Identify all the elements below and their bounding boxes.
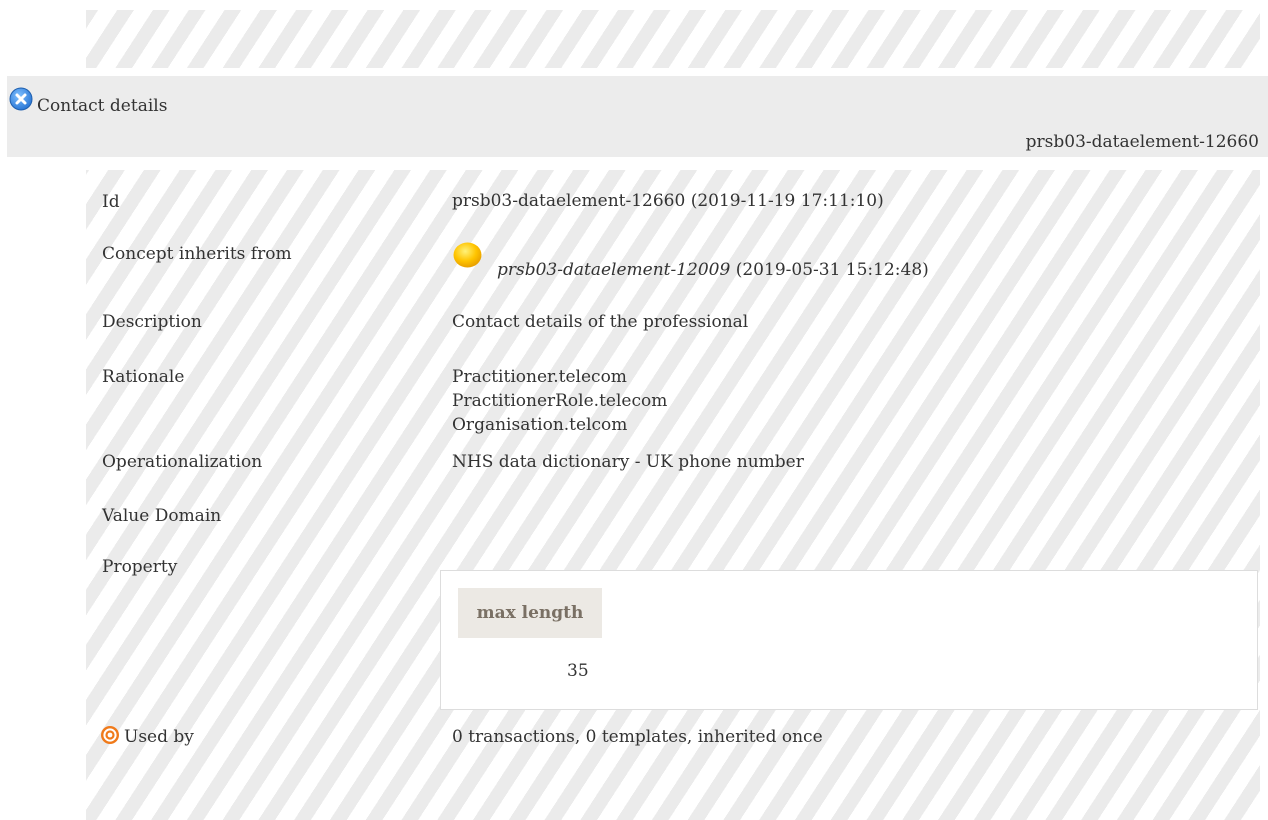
- status-sun-icon: [453, 242, 482, 268]
- concept-header[interactable]: Contact details prsb03-dataelement-12660: [7, 76, 1268, 157]
- rationale-line: Practitioner.telecom: [452, 367, 627, 387]
- inherits-label: Concept inherits from: [102, 244, 292, 264]
- operationalization-label: Operationalization: [102, 452, 263, 472]
- value-domain-label: Value Domain: [102, 506, 222, 526]
- description-value: Contact details of the professional: [452, 312, 749, 332]
- used-by-value: 0 transactions, 0 templates, inherited o…: [452, 727, 823, 747]
- rationale-label: Rationale: [102, 367, 185, 387]
- property-header-max-length: max length: [458, 588, 602, 638]
- property-table: max length 35: [440, 570, 1258, 710]
- top-decorative-band: [86, 10, 1260, 68]
- id-value: prsb03-dataelement-12660 (2019-11-19 17:…: [452, 191, 884, 211]
- target-icon: [101, 726, 119, 744]
- inherits-value[interactable]: prsb03-dataelement-12009 (2019-05-31 15:…: [497, 258, 929, 282]
- used-by-label: Used by: [124, 727, 194, 747]
- inherits-concept-link[interactable]: prsb03-dataelement-12009: [497, 260, 730, 280]
- concept-id: prsb03-dataelement-12660: [1025, 132, 1259, 152]
- description-label: Description: [102, 312, 202, 332]
- inherits-date: (2019-05-31 15:12:48): [735, 260, 929, 280]
- id-label: Id: [102, 192, 120, 212]
- rationale-line: Organisation.telcom: [452, 415, 628, 435]
- operationalization-value: NHS data dictionary - UK phone number: [452, 452, 804, 472]
- rationale-line: PractitionerRole.telecom: [452, 391, 668, 411]
- property-label: Property: [102, 557, 178, 577]
- concept-title: Contact details: [37, 96, 168, 116]
- close-icon[interactable]: [9, 87, 33, 111]
- concept-details: Id prsb03-dataelement-12660 (2019-11-19 …: [86, 170, 1260, 820]
- property-value-max-length: 35: [567, 661, 589, 681]
